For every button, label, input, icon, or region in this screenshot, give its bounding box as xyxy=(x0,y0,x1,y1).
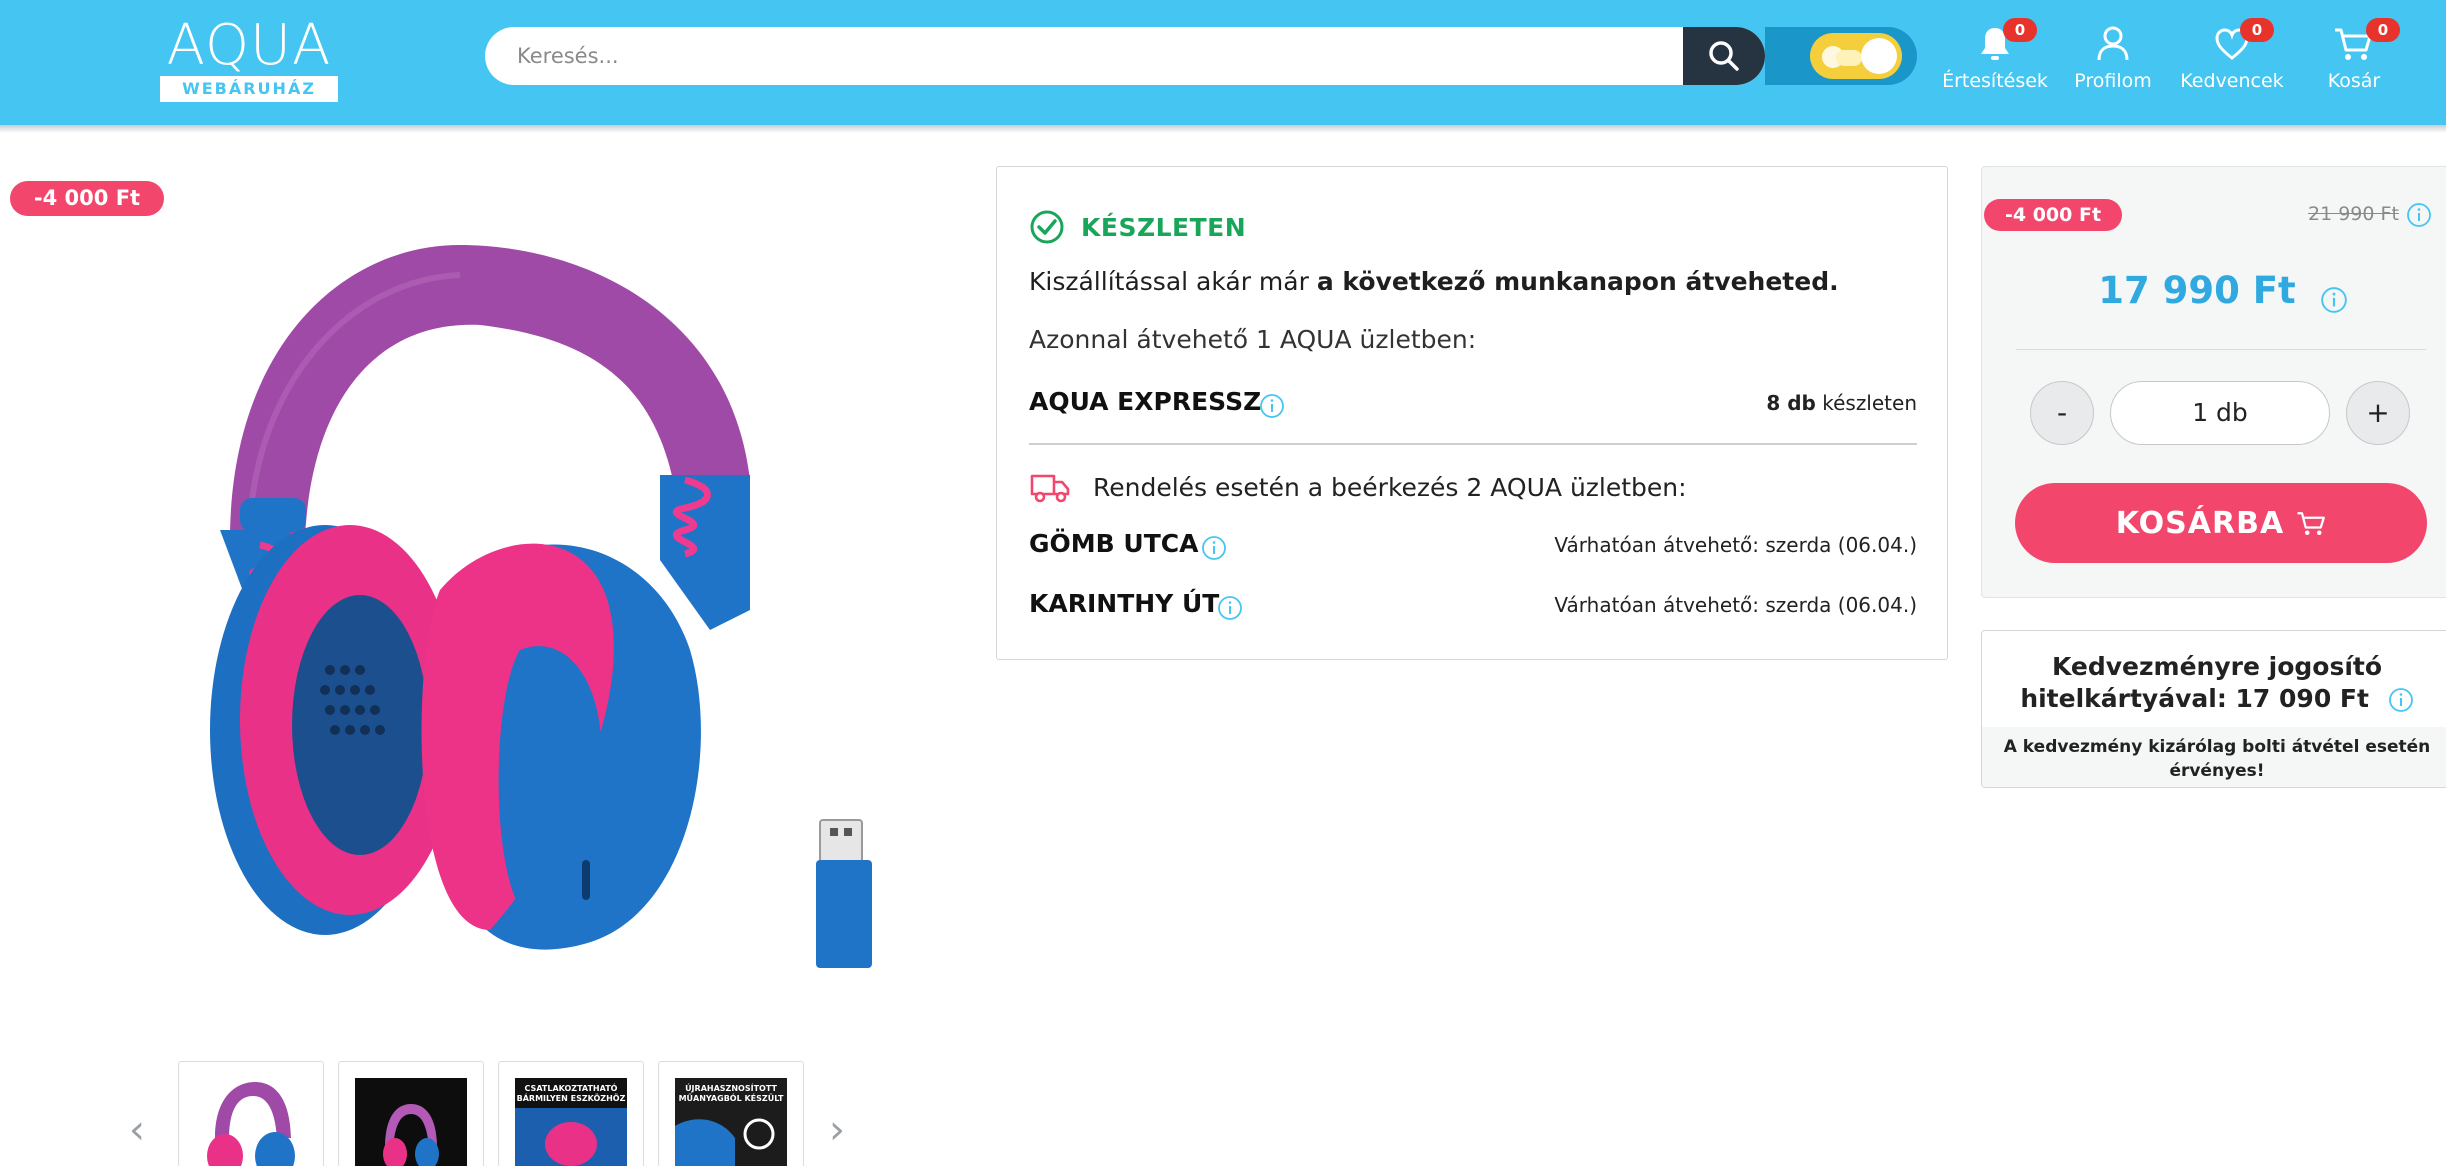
info-icon[interactable] xyxy=(1259,393,1285,419)
store-row: GÖMB UTCA Várhatóan átvehető: szerda (06… xyxy=(1029,529,1917,569)
order-pickup-info: Rendelés esetén a beérkezés 2 AQUA üzlet… xyxy=(1029,467,1687,507)
credit-title-line2: hitelkártyával: 17 090 Ft xyxy=(1982,683,2446,715)
cart-label: Kosár xyxy=(2327,70,2381,92)
product-image[interactable] xyxy=(190,230,890,990)
add-to-cart-button[interactable]: KOSÁRBA xyxy=(2015,483,2427,563)
info-icon[interactable] xyxy=(1217,595,1243,621)
check-circle-icon xyxy=(1030,210,1064,244)
logo-text: AQUA xyxy=(166,13,332,78)
site-header: AQUA WEBÁRUHÁZ 0 Értesítések Profilom xyxy=(0,0,2446,125)
store-name: KARINTHY ÚT xyxy=(1029,589,1220,618)
logo[interactable]: AQUA WEBÁRUHÁZ xyxy=(160,14,338,102)
theme-toggle[interactable] xyxy=(1810,33,1902,79)
search-button[interactable] xyxy=(1683,27,1765,85)
store-stock-suffix: készleten xyxy=(1822,391,1917,415)
stock-status: KÉSZLETEN xyxy=(1029,209,1246,245)
favorites-badge: 0 xyxy=(2240,18,2274,42)
store-stock-qty: 8 db xyxy=(1766,391,1816,415)
cloud-icon xyxy=(1836,50,1862,66)
price-discount-badge: -4 000 Ft xyxy=(1984,199,2122,231)
chevron-left-icon: ‹ xyxy=(129,1107,145,1153)
search-icon xyxy=(1709,41,1739,71)
divider xyxy=(1029,443,1917,445)
chevron-right-icon: › xyxy=(829,1107,845,1153)
order-pickup-text: Rendelés esetén a beérkezés 2 AQUA üzlet… xyxy=(1093,472,1687,502)
old-price: 21 990 Ft xyxy=(2308,203,2399,225)
gallery-thumbnail[interactable]: ÚJRAHASZNOSÍTOTT MŰANYAGBÓL KÉSZÜLT xyxy=(658,1061,804,1166)
credit-title-line1: Kedvezményre jogosító xyxy=(2051,652,2383,681)
truck-icon xyxy=(1030,474,1070,503)
search-input[interactable] xyxy=(485,27,1685,85)
delivery-info-highlight: a következő munkanapon átveheted. xyxy=(1316,267,1839,296)
cart-link[interactable]: 0 Kosár xyxy=(2294,18,2414,100)
quantity-decrease-button[interactable]: - xyxy=(2030,381,2094,445)
store-row: KARINTHY ÚT Várhatóan átvehető: szerda (… xyxy=(1029,589,1917,629)
price-panel: -4 000 Ft 21 990 Ft 17 990 Ft - 1 db + K… xyxy=(1981,166,2446,598)
quantity-field[interactable]: 1 db xyxy=(2110,381,2330,445)
store-eta: Várhatóan átvehető: szerda (06.04.) xyxy=(1554,533,1917,557)
store-eta: Várhatóan átvehető: szerda (06.04.) xyxy=(1554,593,1917,617)
gallery-next-button[interactable]: › xyxy=(822,1110,852,1150)
gallery-thumbnail[interactable] xyxy=(178,1061,324,1166)
credit-card-discount-panel: Kedvezményre jogosító hitelkártyával: 17… xyxy=(1981,630,2446,788)
thumbnail-image xyxy=(207,1082,295,1166)
divider xyxy=(2016,349,2426,350)
logo-subtitle: WEBÁRUHÁZ xyxy=(160,76,338,102)
search-bar xyxy=(485,27,1765,85)
thumbnail-image: CSATLAKOZTATHATÓ BÁRMILYEN ESZKÖZHÖZ xyxy=(515,1078,627,1166)
gallery-thumbnail[interactable]: CSATLAKOZTATHATÓ BÁRMILYEN ESZKÖZHÖZ xyxy=(498,1061,644,1166)
store-name: AQUA EXPRESSZ xyxy=(1029,387,1262,416)
info-icon[interactable] xyxy=(2320,286,2348,314)
quantity-increase-button[interactable]: + xyxy=(2346,381,2410,445)
discount-badge: -4 000 Ft xyxy=(10,181,164,216)
gallery-thumbnail[interactable] xyxy=(338,1061,484,1166)
add-to-cart-label: KOSÁRBA xyxy=(2115,505,2285,541)
store-row: AQUA EXPRESSZ 8 db készleten xyxy=(1029,387,1917,427)
credit-card-discount-title: Kedvezményre jogosító hitelkártyával: 17… xyxy=(1982,651,2446,715)
store-stock: 8 db készleten xyxy=(1766,391,1917,415)
delivery-info: Kiszállítással akár már a következő munk… xyxy=(1029,267,1839,296)
info-icon[interactable] xyxy=(2406,202,2432,228)
immediate-pickup-info: Azonnal átvehető 1 AQUA üzletben: xyxy=(1029,325,1477,354)
thumbnail-image: ÚJRAHASZNOSÍTOTT MŰANYAGBÓL KÉSZÜLT xyxy=(675,1078,787,1166)
delivery-info-prefix: Kiszállítással akár már xyxy=(1029,267,1317,296)
cart-icon xyxy=(2297,512,2326,535)
thumbnail-image xyxy=(355,1078,467,1166)
availability-panel: KÉSZLETEN Kiszállítással akár már a köve… xyxy=(996,166,1948,660)
store-name: GÖMB UTCA xyxy=(1029,529,1199,558)
header-shadow xyxy=(0,125,2446,133)
toggle-knob xyxy=(1861,38,1897,74)
gallery-prev-button[interactable]: ‹ xyxy=(122,1110,152,1150)
notifications-badge: 0 xyxy=(2003,18,2037,42)
info-icon[interactable] xyxy=(1201,535,1227,561)
cart-badge: 0 xyxy=(2366,18,2400,42)
user-icon xyxy=(2097,26,2129,61)
credit-card-discount-note: A kedvezmény kizárólag bolti átvétel ese… xyxy=(2003,737,2431,781)
credit-title-line2-text: hitelkártyával: 17 090 Ft xyxy=(2020,684,2369,713)
stock-status-label: KÉSZLETEN xyxy=(1081,212,1247,242)
info-icon[interactable] xyxy=(2388,687,2414,713)
